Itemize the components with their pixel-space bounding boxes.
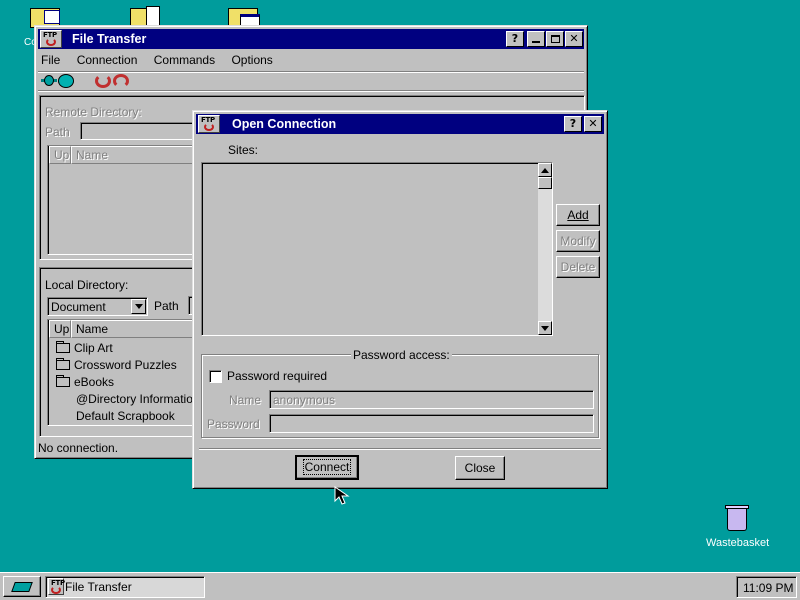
file-transfer-titlebar[interactable]: FTP File Transfer ? ✕ xyxy=(38,29,584,49)
name-field[interactable]: anonymous xyxy=(269,390,594,409)
password-access-label: Password access: xyxy=(351,348,452,362)
transfer-tool-icon[interactable] xyxy=(95,74,111,88)
maximize-button[interactable] xyxy=(546,31,564,47)
menu-commands[interactable]: Commands xyxy=(154,53,215,67)
clock[interactable]: 11:09 PM xyxy=(736,576,797,598)
taskbar-file-transfer[interactable]: FTP File Transfer xyxy=(45,576,205,598)
name-label: Name xyxy=(229,393,262,407)
refresh-tool-icon[interactable] xyxy=(113,74,129,88)
password-field[interactable] xyxy=(269,414,594,433)
drive-select[interactable]: Document xyxy=(47,297,148,316)
dialog-titlebar[interactable]: FTP Open Connection ? ✕ xyxy=(196,114,604,134)
scroll-down-button[interactable] xyxy=(538,321,552,335)
list-item[interactable]: @Directory Information xyxy=(76,392,200,406)
menu-bar: File Connection Commands Options xyxy=(41,53,284,70)
document-icon xyxy=(146,6,160,26)
scroll-thumb[interactable] xyxy=(538,177,552,189)
local-directory-label: Local Directory: xyxy=(45,278,129,292)
ftp-app-icon[interactable]: FTP xyxy=(40,30,62,48)
local-up-header[interactable]: Up xyxy=(49,320,71,338)
close-button[interactable]: ✕ xyxy=(565,31,583,47)
window-title: File Transfer xyxy=(72,32,147,46)
minimize-button[interactable] xyxy=(527,31,545,47)
delete-button[interactable]: Delete xyxy=(556,256,600,278)
folder-icon xyxy=(56,358,70,370)
list-item[interactable]: Default Scrapbook xyxy=(76,409,175,423)
monitor-icon xyxy=(44,10,60,24)
taskbar: FTP File Transfer 11:09 PM xyxy=(0,572,800,600)
menu-file[interactable]: File xyxy=(41,53,60,67)
menu-connection[interactable]: Connection xyxy=(77,53,138,67)
folder-icon xyxy=(56,341,70,353)
dialog-close-button[interactable]: Close xyxy=(455,456,505,480)
mouse-cursor-icon xyxy=(334,486,350,505)
start-button[interactable] xyxy=(3,576,41,597)
menu-separator xyxy=(38,71,584,73)
ftp-app-icon: FTP xyxy=(48,578,65,595)
remote-up-header[interactable]: Up xyxy=(49,146,71,164)
add-button[interactable]: Add xyxy=(556,204,600,226)
toolbar-separator xyxy=(38,90,584,92)
globe-tool-icon[interactable] xyxy=(58,74,74,88)
list-item[interactable]: Crossword Puzzles xyxy=(56,358,177,372)
ftp-app-icon[interactable]: FTP xyxy=(198,115,220,133)
remote-path-label: Path xyxy=(45,125,70,139)
help-button[interactable]: ? xyxy=(506,31,524,47)
wastebasket-icon[interactable] xyxy=(725,505,749,531)
wastebasket-label: Wastebasket xyxy=(706,537,770,549)
sites-label: Sites: xyxy=(228,143,259,157)
menu-options[interactable]: Options xyxy=(231,53,272,67)
remote-directory-label: Remote Directory: xyxy=(45,105,142,119)
dialog-separator xyxy=(199,448,601,450)
dialog-title: Open Connection xyxy=(232,117,337,131)
modify-button[interactable]: Modify xyxy=(556,230,600,252)
help-button[interactable]: ? xyxy=(564,116,582,132)
chevron-down-icon[interactable] xyxy=(131,299,146,314)
open-connection-dialog: FTP Open Connection ? ✕ Sites: Add Modif… xyxy=(192,110,608,489)
password-label: Password xyxy=(207,417,260,431)
sites-list[interactable] xyxy=(201,162,553,336)
password-required-label[interactable]: Password required xyxy=(227,369,327,383)
list-item[interactable]: Clip Art xyxy=(56,341,113,355)
scroll-up-button[interactable] xyxy=(538,163,552,177)
close-button[interactable]: ✕ xyxy=(584,116,602,132)
status-bar: No connection. xyxy=(38,441,119,455)
password-required-checkbox[interactable] xyxy=(209,370,222,383)
folder-icon xyxy=(56,375,70,387)
connect-tool-icon[interactable] xyxy=(41,74,57,88)
window-list-icon xyxy=(11,582,33,592)
connect-button[interactable]: Connect xyxy=(295,455,359,480)
sites-scrollbar[interactable] xyxy=(538,163,552,335)
drive-select-value: Document xyxy=(51,300,106,314)
list-item[interactable]: eBooks xyxy=(56,375,114,389)
local-path-label: Path xyxy=(154,299,179,313)
